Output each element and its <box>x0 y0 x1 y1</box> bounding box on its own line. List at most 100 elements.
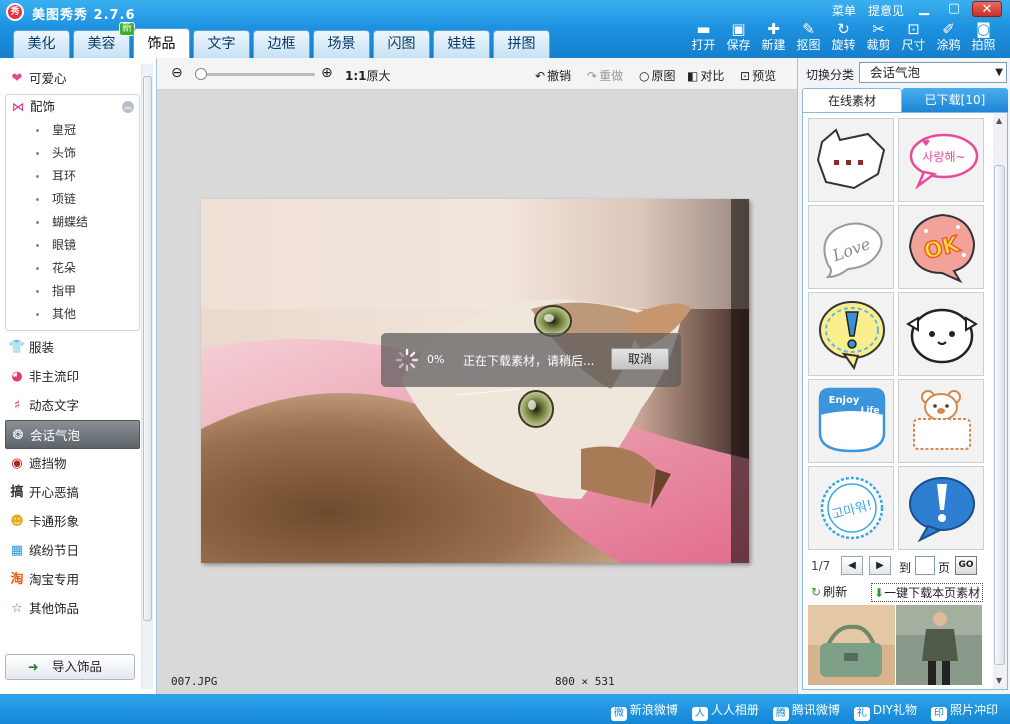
diy-gift-link[interactable]: 礼 DIY礼物 <box>853 701 917 721</box>
tab-doll[interactable]: 娃娃 <box>433 30 490 58</box>
new-button[interactable]: ✚ 新建 <box>757 20 790 56</box>
page-number-input[interactable] <box>915 556 935 575</box>
tab-frame[interactable]: 边框 <box>253 30 310 58</box>
go-button[interactable]: GO <box>955 556 977 575</box>
sub-item-glasses[interactable]: 眼镜 <box>6 234 139 257</box>
cancel-button[interactable]: 取消 <box>611 348 669 370</box>
doodle-button[interactable]: ✐ 涂鸦 <box>932 20 965 56</box>
scroll-thumb[interactable] <box>143 76 152 621</box>
sub-item-earrings[interactable]: 耳环 <box>6 165 139 188</box>
minimize-button[interactable]: ▁ <box>912 1 936 17</box>
sub-item-crown[interactable]: 皇冠 <box>6 119 139 142</box>
share-tencent-weibo[interactable]: 腾腾讯微博 <box>772 701 840 721</box>
material-item[interactable]: OK <box>898 205 984 289</box>
material-item[interactable]: 사랑해~ ♥ <box>898 118 984 202</box>
category-prank[interactable]: 搞开心恶搞 <box>5 478 140 507</box>
zoom-in-icon[interactable]: ⊕ <box>321 65 333 81</box>
sub-item-necklace[interactable]: 项链 <box>6 188 139 211</box>
ad-image-handbag[interactable] <box>808 605 895 685</box>
category-nonmainstream[interactable]: ◕ 非主流印 <box>5 362 140 391</box>
sub-item-flowers[interactable]: 花朵 <box>6 257 139 280</box>
sub-item-bowtie[interactable]: 蝴蝶结 <box>6 211 139 234</box>
title-bar: 秀 美图秀秀 2.7.6 菜单 提意见 ▁ ▢ ✕ 美化 美容新 饰品 文字 边… <box>0 0 1010 58</box>
material-scrollbar[interactable]: ▲ ▼ <box>993 113 1007 689</box>
share-sina-weibo[interactable]: 微新浪微博 <box>610 701 678 721</box>
category-accessories[interactable]: ⋈ 配饰 ︽ <box>6 95 139 119</box>
material-item[interactable] <box>898 292 984 376</box>
tab-flash[interactable]: 闪图 <box>373 30 430 58</box>
category-taobao[interactable]: 淘淘宝专用 <box>5 565 140 594</box>
cutout-button[interactable]: ✎ 抠图 <box>792 20 825 56</box>
refresh-button[interactable]: ↻ 刷新 <box>811 583 847 600</box>
download-page-button[interactable]: ⬇一键下载本页素材 <box>871 583 984 602</box>
category-other-accessories[interactable]: ☆ 其他饰品 <box>5 594 140 623</box>
undo-button[interactable]: ↶ 撤销 <box>535 67 571 84</box>
material-item[interactable] <box>808 118 894 202</box>
material-item[interactable] <box>898 466 984 550</box>
tab-beauty[interactable]: 美容新 <box>73 22 135 58</box>
material-item[interactable] <box>808 292 894 376</box>
zoom-slider[interactable] <box>195 68 315 80</box>
prev-page-button[interactable]: ◀ <box>841 556 863 575</box>
zoom-out-icon[interactable]: ⊖ <box>171 65 183 81</box>
camera-button[interactable]: ◙ 拍照 <box>967 20 1000 56</box>
scroll-thumb[interactable] <box>994 165 1005 665</box>
original-size-button[interactable]: 1:1原大 <box>345 67 391 84</box>
tab-scene[interactable]: 场景 <box>313 30 370 58</box>
page-suffix: 页 <box>938 561 951 575</box>
crop-button[interactable]: ✂ 裁剪 <box>862 20 895 56</box>
tab-accessories[interactable]: 饰品 <box>133 28 190 58</box>
sub-item-other[interactable]: 其他 <box>6 303 139 326</box>
ad-banner[interactable] <box>808 605 982 685</box>
material-panel: 切换分类 会话气泡 ▼ 在线素材 已下载[10] 사랑해~ ♥ Love OK … <box>797 58 1010 694</box>
menu-link[interactable]: 菜单 <box>832 2 856 19</box>
tab-label: 美容 <box>87 36 116 52</box>
category-festival[interactable]: ▦ 缤纷节日 <box>5 536 140 565</box>
tab-label: 文字 <box>207 36 236 52</box>
bubble-text: Life <box>861 406 880 416</box>
save-button[interactable]: ▣ 保存 <box>722 20 755 56</box>
scroll-down-icon[interactable]: ▼ <box>996 676 1002 685</box>
close-button[interactable]: ✕ <box>972 1 1002 17</box>
sub-item-nails[interactable]: 指甲 <box>6 280 139 303</box>
import-accessories-button[interactable]: ➜ 导入饰品 <box>5 654 135 680</box>
share-renren-album[interactable]: 人人人相册 <box>691 701 759 721</box>
collapse-icon[interactable]: ︽ <box>122 101 134 113</box>
tab-collage[interactable]: 拼图 <box>493 30 550 58</box>
rotate-button[interactable]: ↻ 旋转 <box>827 20 860 56</box>
category-dropdown[interactable]: 会话气泡 ▼ <box>859 62 1007 83</box>
ad-image-fashion[interactable] <box>895 605 982 685</box>
tab-text[interactable]: 文字 <box>193 30 250 58</box>
scroll-up-icon[interactable]: ▲ <box>996 116 1002 125</box>
compare-button[interactable]: ◧ 对比 <box>687 67 724 84</box>
tab-online-materials[interactable]: 在线素材 <box>802 88 902 112</box>
category-animated-text[interactable]: ♯ 动态文字 <box>5 391 140 420</box>
tencent-icon: 腾 <box>772 707 789 721</box>
next-page-button[interactable]: ▶ <box>869 556 891 575</box>
category-clothing[interactable]: 👕 服装 <box>5 333 140 362</box>
zoom-slider-knob[interactable] <box>195 68 207 80</box>
open-button[interactable]: ▬ 打开 <box>687 20 720 56</box>
original-button[interactable]: ○ 原图 <box>639 67 676 84</box>
redo-button[interactable]: ↷ 重做 <box>587 67 623 84</box>
feedback-link[interactable]: 提意见 <box>868 2 904 19</box>
bow-icon: ⋈ <box>11 99 25 114</box>
material-item[interactable]: 고마워! <box>808 466 894 550</box>
category-speech-bubble[interactable]: ❂ 会话气泡 <box>5 420 140 449</box>
share-label: 照片冲印 <box>949 703 998 717</box>
tab-beautify[interactable]: 美化 <box>13 30 70 58</box>
preview-button[interactable]: ⊡ 预览 <box>740 67 776 84</box>
left-scrollbar[interactable] <box>141 64 153 689</box>
sub-item-headwear[interactable]: 头饰 <box>6 142 139 165</box>
material-item[interactable]: Enjoy Life <box>808 379 894 463</box>
photo-print-link[interactable]: 印照片冲印 <box>930 701 998 721</box>
category-cartoon[interactable]: ☻ 卡通形象 <box>5 507 140 536</box>
size-button[interactable]: ⊡ 尺寸 <box>897 20 930 56</box>
category-cute[interactable]: ❤ 可爱心 <box>5 64 140 93</box>
material-item[interactable] <box>898 379 984 463</box>
tab-downloaded-materials[interactable]: 已下载[10] <box>902 88 1008 112</box>
material-item[interactable]: Love <box>808 205 894 289</box>
category-mask[interactable]: ◉ 遮挡物 <box>5 449 140 478</box>
import-label: 导入饰品 <box>52 659 103 674</box>
restore-button[interactable]: ▢ <box>942 1 966 17</box>
